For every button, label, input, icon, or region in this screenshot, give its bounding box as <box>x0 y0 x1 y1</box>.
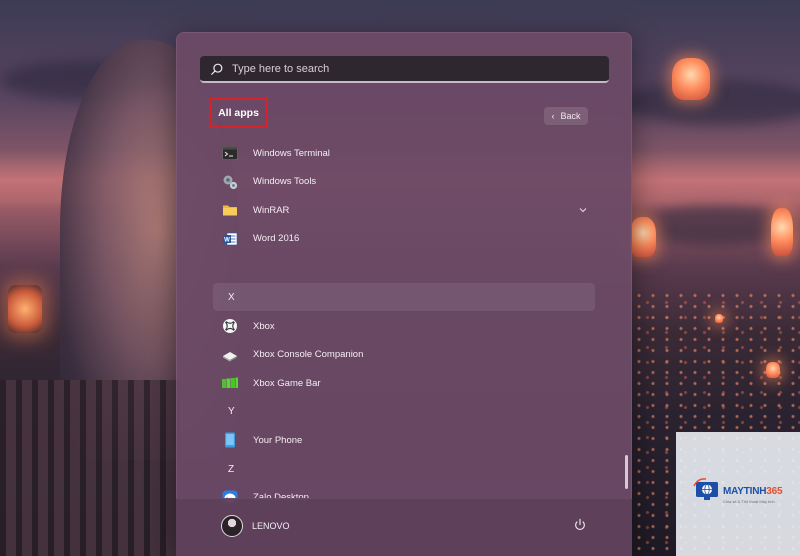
start-menu-footer: LENOVO <box>176 498 632 556</box>
power-icon[interactable] <box>573 518 587 532</box>
app-item-xbox-game-bar[interactable]: Xbox Game Bar <box>213 369 595 397</box>
gear-tools-icon <box>223 175 238 189</box>
letter-header-y[interactable]: Y <box>213 398 595 426</box>
letter-label: Z <box>228 463 235 475</box>
xbox-game-bar-icon <box>222 377 238 389</box>
chevron-left-icon: ‹ <box>551 110 555 121</box>
all-apps-title: All apps <box>209 98 268 128</box>
search-placeholder: Type here to search <box>232 62 330 75</box>
watermark-tagline: Chia sẻ & Thủ thuật Máy tính <box>723 499 775 504</box>
app-label: Windows Terminal <box>253 147 330 159</box>
scrollbar-thumb[interactable] <box>625 455 628 489</box>
watermark-logo: MAYTINH365 Chia sẻ & Thủ thuật Máy tính <box>676 432 800 556</box>
avatar[interactable] <box>221 515 243 537</box>
app-item-winrar[interactable]: WinRAR <box>213 196 595 224</box>
app-label: Word 2016 <box>253 233 300 245</box>
app-label: WinRAR <box>253 204 290 216</box>
app-label: Xbox <box>253 320 275 332</box>
xbox-companion-icon <box>223 351 237 362</box>
search-icon <box>211 63 223 75</box>
app-label: Xbox Game Bar <box>253 377 321 389</box>
app-item-windows-terminal[interactable]: Windows Terminal <box>213 139 595 167</box>
letter-label: X <box>228 291 235 303</box>
app-label: Windows Tools <box>253 176 317 188</box>
app-item-xbox-console-companion[interactable]: Xbox Console Companion <box>213 341 595 369</box>
watermark-brand: MAYTINH365 <box>723 486 783 497</box>
back-button[interactable]: ‹ Back <box>544 107 588 125</box>
search-input[interactable]: Type here to search <box>200 56 609 83</box>
folder-icon <box>223 205 237 216</box>
app-item-your-phone[interactable]: Your Phone <box>213 426 595 454</box>
monitor-globe-icon <box>693 478 718 500</box>
terminal-icon <box>222 146 238 160</box>
user-name[interactable]: LENOVO <box>252 521 290 531</box>
xbox-icon <box>223 319 237 333</box>
letter-header-z[interactable]: Z <box>213 455 595 483</box>
app-label: Xbox Console Companion <box>253 349 364 361</box>
letter-label: Y <box>228 406 235 418</box>
app-item-windows-tools[interactable]: Windows Tools <box>213 168 595 196</box>
word-icon: W <box>223 232 238 246</box>
letter-header-x[interactable]: X <box>213 283 595 312</box>
back-label: Back <box>560 111 581 121</box>
svg-text:W: W <box>224 237 230 243</box>
start-menu: Type here to search All apps ‹ Back Wind… <box>176 32 632 556</box>
chevron-down-icon[interactable] <box>579 206 587 214</box>
app-item-word-2016[interactable]: W Word 2016 <box>213 225 595 253</box>
phone-icon <box>225 432 235 448</box>
app-item-xbox[interactable]: Xbox <box>213 312 595 340</box>
app-label: Your Phone <box>253 434 303 446</box>
